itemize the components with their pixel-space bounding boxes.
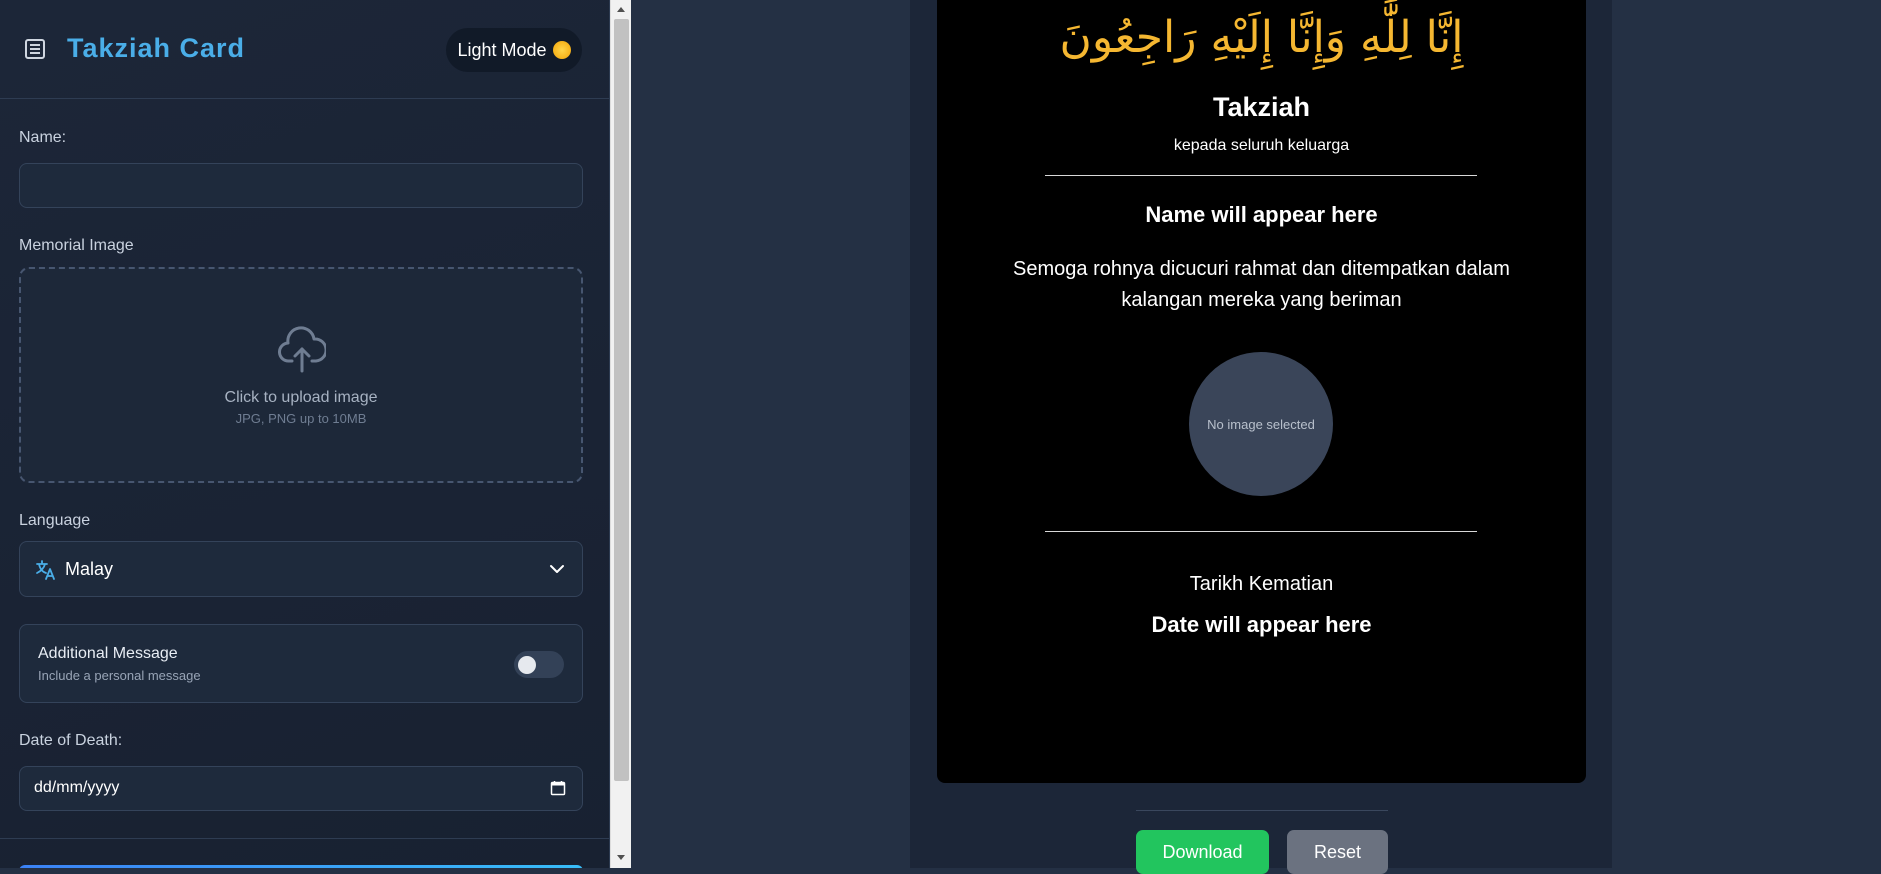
- name-label: Name:: [19, 129, 67, 146]
- sun-icon: [552, 41, 571, 59]
- calendar-icon[interactable]: [550, 780, 566, 796]
- card-divider-top: [1045, 175, 1477, 176]
- reset-button[interactable]: Reset: [1287, 830, 1388, 874]
- language-select[interactable]: Malay: [19, 541, 583, 597]
- additional-message-title: Additional Message: [38, 645, 178, 662]
- app-title: Takziah Card: [67, 33, 246, 63]
- card-message: Semoga rohnya dicucuri rahmat dan ditemp…: [1013, 258, 1510, 311]
- scrollbar-thumb[interactable]: [614, 19, 629, 781]
- sidebar-scrollbar[interactable]: [610, 0, 631, 868]
- date-of-death-input[interactable]: dd/mm/yyyy: [19, 766, 583, 811]
- language-label: Language: [19, 512, 91, 529]
- additional-message-card: Additional Message Include a personal me…: [19, 624, 583, 703]
- name-input[interactable]: [19, 163, 583, 208]
- date-input-value: dd/mm/yyyy: [34, 779, 120, 796]
- actions-divider: [1136, 810, 1388, 811]
- light-mode-toggle-button[interactable]: Light Mode: [446, 28, 582, 72]
- upload-title: Click to upload image: [224, 389, 378, 406]
- mode-toggle-label: Light Mode: [457, 39, 547, 60]
- toggle-knob: [518, 656, 536, 674]
- chevron-down-icon: [550, 565, 564, 573]
- sidebar-header: Takziah Card Light Mode: [0, 0, 609, 99]
- image-upload-dropzone[interactable]: Click to upload image JPG, PNG up to 10M…: [19, 267, 583, 483]
- preview-area: إِنَّا لِلَّٰهِ وَإِنَّا إِلَيْهِ رَاجِع…: [631, 0, 1881, 874]
- date-of-death-label: Date of Death:: [19, 732, 123, 749]
- memorial-image-label: Memorial Image: [19, 237, 134, 254]
- additional-message-subtitle: Include a personal message: [38, 668, 201, 683]
- upload-hint: JPG, PNG up to 10MB: [235, 411, 367, 426]
- memorial-photo: No image selected: [1189, 352, 1333, 496]
- card-name: Name will appear here: [1145, 202, 1378, 227]
- sidebar-footer-divider: [0, 838, 609, 839]
- cloud-upload-icon: [278, 326, 326, 373]
- photo-placeholder-text: No image selected: [1207, 416, 1315, 432]
- translate-icon: [36, 560, 55, 580]
- arabic-verse: إِنَّا لِلَّٰهِ وَإِنَّا إِلَيْهِ رَاجِع…: [1059, 12, 1464, 63]
- card-subtitle: kepada seluruh keluarga: [1173, 137, 1350, 154]
- additional-message-toggle[interactable]: [514, 651, 564, 678]
- card-title: Takziah: [1212, 92, 1311, 122]
- card-date: Date will appear here: [1151, 612, 1372, 637]
- scroll-up-arrow-icon[interactable]: [617, 7, 625, 12]
- settings-sidebar: Takziah Card Light Mode Name: Memorial I…: [0, 0, 610, 868]
- scroll-icon: [25, 39, 45, 59]
- takziah-card-preview: إِنَّا لِلَّٰهِ وَإِنَّا إِلَيْهِ رَاجِع…: [937, 0, 1586, 783]
- card-date-label: Tarikh Kematian: [1189, 573, 1334, 595]
- download-button[interactable]: Download: [1136, 830, 1269, 874]
- card-divider-bottom: [1045, 531, 1477, 532]
- language-value: Malay: [65, 559, 114, 579]
- scroll-down-arrow-icon[interactable]: [617, 855, 625, 860]
